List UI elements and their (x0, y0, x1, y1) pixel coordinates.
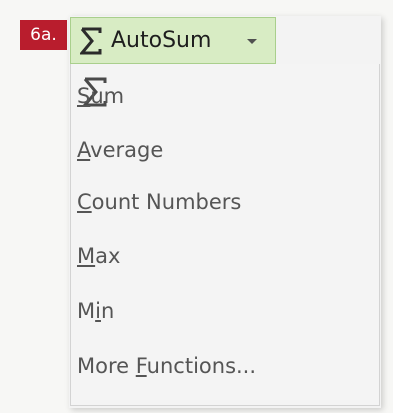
caret-down-icon[interactable] (247, 39, 257, 44)
sigma-icon (79, 26, 103, 56)
menu-item-count-numbers[interactable]: Count Numbers (77, 190, 241, 214)
menu-item-sum[interactable]: Sum (77, 84, 124, 108)
menu-item-max[interactable]: Max (77, 244, 120, 268)
menu-item-average[interactable]: Average (77, 138, 163, 162)
autosum-dropdown-screenshot: 6a. AutoSum Sum Average Count Numbers Ma… (0, 0, 393, 413)
step-badge: 6a. (20, 20, 67, 50)
menu-item-more-functions[interactable]: More Functions... (77, 354, 256, 378)
autosum-label: AutoSum (111, 28, 212, 53)
autosum-button[interactable]: AutoSum (70, 17, 276, 64)
menu-item-min[interactable]: Min (77, 299, 114, 323)
